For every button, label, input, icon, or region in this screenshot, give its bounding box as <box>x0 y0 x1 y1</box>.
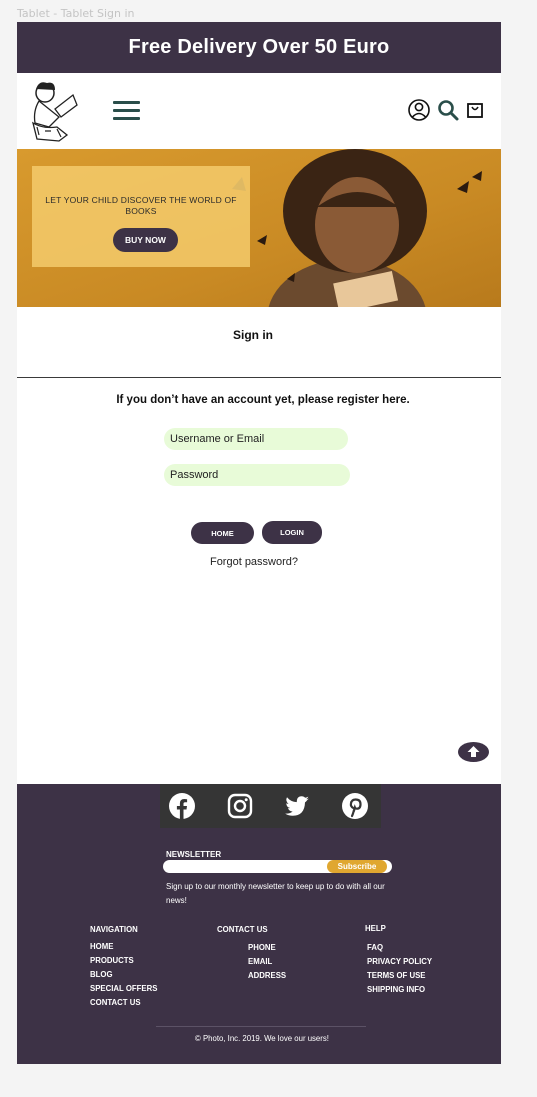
back-to-top-button[interactable] <box>458 742 489 762</box>
copyright: © Photo, Inc. 2019. We love our users! <box>195 1034 329 1043</box>
user-icon[interactable] <box>407 98 431 122</box>
username-field[interactable] <box>164 428 348 450</box>
footer-contact-phone[interactable]: PHONE <box>248 943 276 952</box>
hamburger-icon <box>113 101 140 104</box>
hero-banner: LET YOUR CHILD DISCOVER THE WORLD OF BOO… <box>17 149 501 307</box>
contact-title: CONTACT US <box>217 925 268 934</box>
search-icon[interactable] <box>436 98 460 122</box>
footer-help-terms[interactable]: TERMS OF USE <box>367 971 425 980</box>
hero-promo-box: LET YOUR CHILD DISCOVER THE WORLD OF BOO… <box>32 166 250 267</box>
page: Free Delivery Over 50 Euro LET YOUR CHIL… <box>17 22 501 1064</box>
newsletter-title: NEWSLETTER <box>166 850 222 859</box>
footer-nav-home[interactable]: HOME <box>90 942 113 951</box>
frame-label: Tablet - Tablet Sign in <box>17 7 135 20</box>
hero-tagline: LET YOUR CHILD DISCOVER THE WORLD OF BOO… <box>45 195 237 216</box>
social-bar <box>160 784 381 828</box>
password-field[interactable] <box>164 464 350 486</box>
site-header <box>17 73 501 149</box>
buy-now-button[interactable]: BUY NOW <box>113 228 178 252</box>
login-button[interactable]: LOGIN <box>262 521 322 544</box>
footer-contact-email[interactable]: EMAIL <box>248 957 272 966</box>
footer-help-privacy[interactable]: PRIVACY POLICY <box>367 957 432 966</box>
arrow-up-icon <box>467 746 480 757</box>
footer-nav-products[interactable]: PRODUCTS <box>90 956 134 965</box>
footer-nav-contact-us[interactable]: CONTACT US <box>90 998 141 1007</box>
navigation-title: NAVIGATION <box>90 925 138 934</box>
newsletter-description: Sign up to our monthly newsletter to kee… <box>166 882 385 905</box>
footer-contact-address[interactable]: ADDRESS <box>248 971 286 980</box>
footer-divider <box>156 1026 366 1027</box>
subscribe-button[interactable]: Subscribe <box>327 860 387 873</box>
facebook-icon[interactable] <box>169 793 195 819</box>
divider <box>17 377 501 378</box>
help-title: HELP <box>365 924 386 933</box>
pinterest-icon[interactable] <box>342 793 368 819</box>
page-title: Sign in <box>233 328 273 342</box>
forgot-password-link[interactable]: Forgot password? <box>17 556 491 568</box>
footer-help-shipping[interactable]: SHIPPING INFO <box>367 985 425 994</box>
site-footer: NEWSLETTER Subscribe Sign up to our mont… <box>17 784 501 1064</box>
promo-banner: Free Delivery Over 50 Euro <box>17 22 501 73</box>
bag-icon[interactable] <box>463 98 487 122</box>
twitter-icon[interactable] <box>284 793 310 819</box>
footer-nav-blog[interactable]: BLOG <box>90 970 113 979</box>
footer-nav-special-offers[interactable]: SPECIAL OFFERS <box>90 984 157 993</box>
home-button[interactable]: HOME <box>191 522 254 544</box>
footer-help-faq[interactable]: FAQ <box>367 943 383 952</box>
register-link[interactable]: If you don’t have an account yet, please… <box>17 394 501 406</box>
instagram-icon[interactable] <box>227 793 253 819</box>
menu-button[interactable] <box>113 101 140 121</box>
reading-child-logo[interactable] <box>25 79 81 143</box>
